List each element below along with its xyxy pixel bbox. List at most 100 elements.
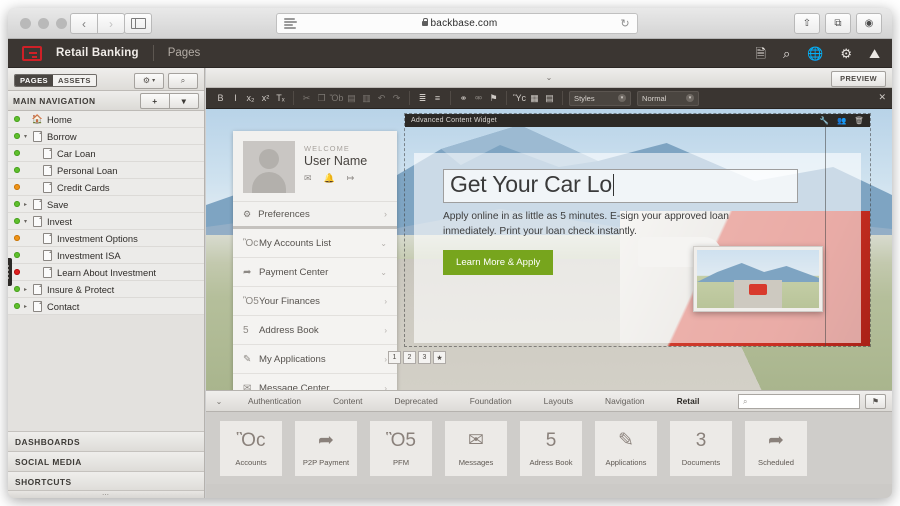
share-icon[interactable]: ⇧	[794, 13, 820, 34]
bold-icon[interactable]: B	[213, 91, 228, 105]
disclosure-triangle-icon[interactable]: ▸	[20, 303, 31, 310]
cut-icon[interactable]: ✂	[299, 91, 314, 105]
pages-assets-segmented[interactable]: PAGES ASSETS	[14, 74, 97, 88]
redo-icon[interactable]: ↷	[389, 91, 404, 105]
menu-item[interactable]: Ὃ5 Your Finances ›	[233, 287, 397, 316]
palette-item[interactable]: ✉ Messages	[445, 421, 507, 476]
image-icon[interactable]: Ὓc	[512, 91, 527, 105]
palette-item[interactable]: ➦ P2P Payment	[295, 421, 357, 476]
page-icon[interactable]: 🗎	[756, 47, 766, 60]
styles-select[interactable]: Styles ▾	[569, 91, 631, 106]
undo-icon[interactable]: ↶	[374, 91, 389, 105]
gear-icon[interactable]: ⚙	[840, 47, 852, 60]
advanced-content-widget[interactable]: Advanced Content Widget 🔧 👥 🗑 Get Your C…	[405, 114, 870, 346]
palette-item[interactable]: ὜3 Documents	[670, 421, 732, 476]
widget-tab-authentication[interactable]: Authentication	[232, 396, 317, 406]
italic-icon[interactable]: I	[228, 91, 243, 105]
tab-pages[interactable]: PAGES	[15, 75, 53, 87]
carousel-page-button[interactable]: 2	[403, 351, 416, 364]
panel-resize-grip[interactable]: ⋯	[8, 490, 204, 498]
tree-item[interactable]: ▸ Save	[8, 196, 204, 213]
tree-item[interactable]: Credit Cards	[8, 179, 204, 196]
table-icon[interactable]: ▦	[527, 91, 542, 105]
tree-item[interactable]: Car Loan	[8, 145, 204, 162]
close-window-button[interactable]	[20, 18, 31, 29]
menu-item[interactable]: ✎ My Applications ›	[233, 345, 397, 374]
tree-item[interactable]: Personal Loan	[8, 162, 204, 179]
search-comment-icon[interactable]: ⌕	[783, 47, 790, 60]
panel-drag-handle[interactable]	[8, 258, 12, 286]
copy-icon[interactable]: ❐	[314, 91, 329, 105]
learn-more-apply-button[interactable]: Learn More & Apply	[443, 250, 553, 275]
widget-search-input[interactable]: ⌕	[738, 394, 860, 409]
users-icon[interactable]: 👥	[837, 116, 846, 125]
search-icon[interactable]: ⌕	[168, 73, 198, 89]
widget-tab-layouts[interactable]: Layouts	[528, 396, 589, 406]
page-break-icon[interactable]: ▤	[542, 91, 557, 105]
reload-icon[interactable]: ↻	[613, 17, 637, 30]
globe-icon[interactable]: 🌐	[807, 47, 823, 60]
palette-item[interactable]: Ὃ5 PFM	[370, 421, 432, 476]
tree-item[interactable]: ▸ Insure & Protect	[8, 281, 204, 298]
palette-item[interactable]: ὆5 Adress Book	[520, 421, 582, 476]
wrench-icon[interactable]: 🔧	[820, 116, 829, 125]
tag-filter-button[interactable]: ⚑	[865, 394, 886, 409]
subscript-icon[interactable]: x₂	[243, 91, 258, 105]
palette-item[interactable]: ✎ Applications	[595, 421, 657, 476]
logout-icon[interactable]: ↦	[347, 173, 355, 184]
unlink-icon[interactable]: ⚮	[471, 91, 486, 105]
disclosure-triangle-icon[interactable]: ▾	[20, 218, 31, 225]
remove-format-icon[interactable]: Tₓ	[273, 91, 288, 105]
palette-item[interactable]: ➦ Scheduled	[745, 421, 807, 476]
image-icon[interactable]: ⛰	[869, 47, 880, 60]
sidebar-item-social-media[interactable]: SOCIAL MEDIA	[8, 451, 204, 471]
format-select[interactable]: Normal ▾	[637, 91, 699, 106]
carousel-page-button[interactable]: 3	[418, 351, 431, 364]
disclosure-triangle-icon[interactable]: ▾	[20, 133, 31, 140]
sidebar-toggle-icon[interactable]	[124, 13, 152, 34]
disclosure-triangle-icon[interactable]: ▸	[20, 201, 31, 208]
menu-item[interactable]: ➦ Payment Center ⌄	[233, 258, 397, 287]
tree-item[interactable]: ▾ Borrow	[8, 128, 204, 145]
headline-edit-box[interactable]: Get Your Car Lo	[443, 169, 798, 203]
paste-word-icon[interactable]: ▥	[359, 91, 374, 105]
widget-tab-deprecated[interactable]: Deprecated	[378, 396, 453, 406]
downloads-icon[interactable]: ◉	[856, 13, 882, 34]
sidebar-item-shortcuts[interactable]: SHORTCUTS	[8, 471, 204, 491]
paste-text-icon[interactable]: ▤	[344, 91, 359, 105]
menu-item[interactable]: ὆5 Address Book ›	[233, 316, 397, 345]
add-page-caret[interactable]: ▾	[169, 93, 199, 109]
chevron-down-icon[interactable]: ⌄	[546, 73, 553, 82]
tree-item[interactable]: Investment ISA	[8, 247, 204, 264]
widget-tab-retail[interactable]: Retail	[661, 396, 716, 406]
reader-view-icon[interactable]	[277, 18, 306, 29]
tree-item[interactable]: ▾ Invest	[8, 213, 204, 230]
forward-button[interactable]: ›	[97, 13, 125, 34]
address-bar[interactable]: backbase.com ↻	[276, 13, 638, 34]
tab-assets[interactable]: ASSETS	[53, 75, 96, 87]
superscript-icon[interactable]: x²	[258, 91, 273, 105]
widget-tab-content[interactable]: Content	[317, 396, 378, 406]
link-icon[interactable]: ⚭	[456, 91, 471, 105]
tree-item[interactable]: Learn About Investment	[8, 264, 204, 281]
numbered-list-icon[interactable]: ≣	[415, 91, 430, 105]
back-button[interactable]: ‹	[70, 13, 97, 34]
bell-icon[interactable]: 🔔	[324, 173, 335, 184]
tree-item[interactable]: ▸ Contact	[8, 298, 204, 315]
tabs-icon[interactable]: ⧉	[825, 13, 851, 34]
close-icon[interactable]: ✕	[878, 92, 886, 103]
gear-icon[interactable]: ⚙ ▾	[134, 73, 164, 89]
mail-icon[interactable]: ✉	[304, 173, 312, 184]
add-page-button[interactable]: +	[140, 93, 170, 109]
carousel-page-button[interactable]: ★	[433, 351, 446, 364]
header-section-label[interactable]: Pages	[168, 47, 201, 59]
preview-button[interactable]: PREVIEW	[831, 71, 886, 87]
menu-item[interactable]: ✉ Message Center ›	[233, 374, 397, 390]
palette-item[interactable]: Ὃc Accounts	[220, 421, 282, 476]
dragged-image-thumbnail[interactable]	[693, 246, 823, 312]
maximize-window-button[interactable]	[56, 18, 67, 29]
bulleted-list-icon[interactable]: ≡	[430, 91, 445, 105]
anchor-icon[interactable]: ⚑	[486, 91, 501, 105]
widget-tab-navigation[interactable]: Navigation	[589, 396, 661, 406]
menu-item-preferences[interactable]: ⚙ Preferences ›	[233, 202, 397, 229]
